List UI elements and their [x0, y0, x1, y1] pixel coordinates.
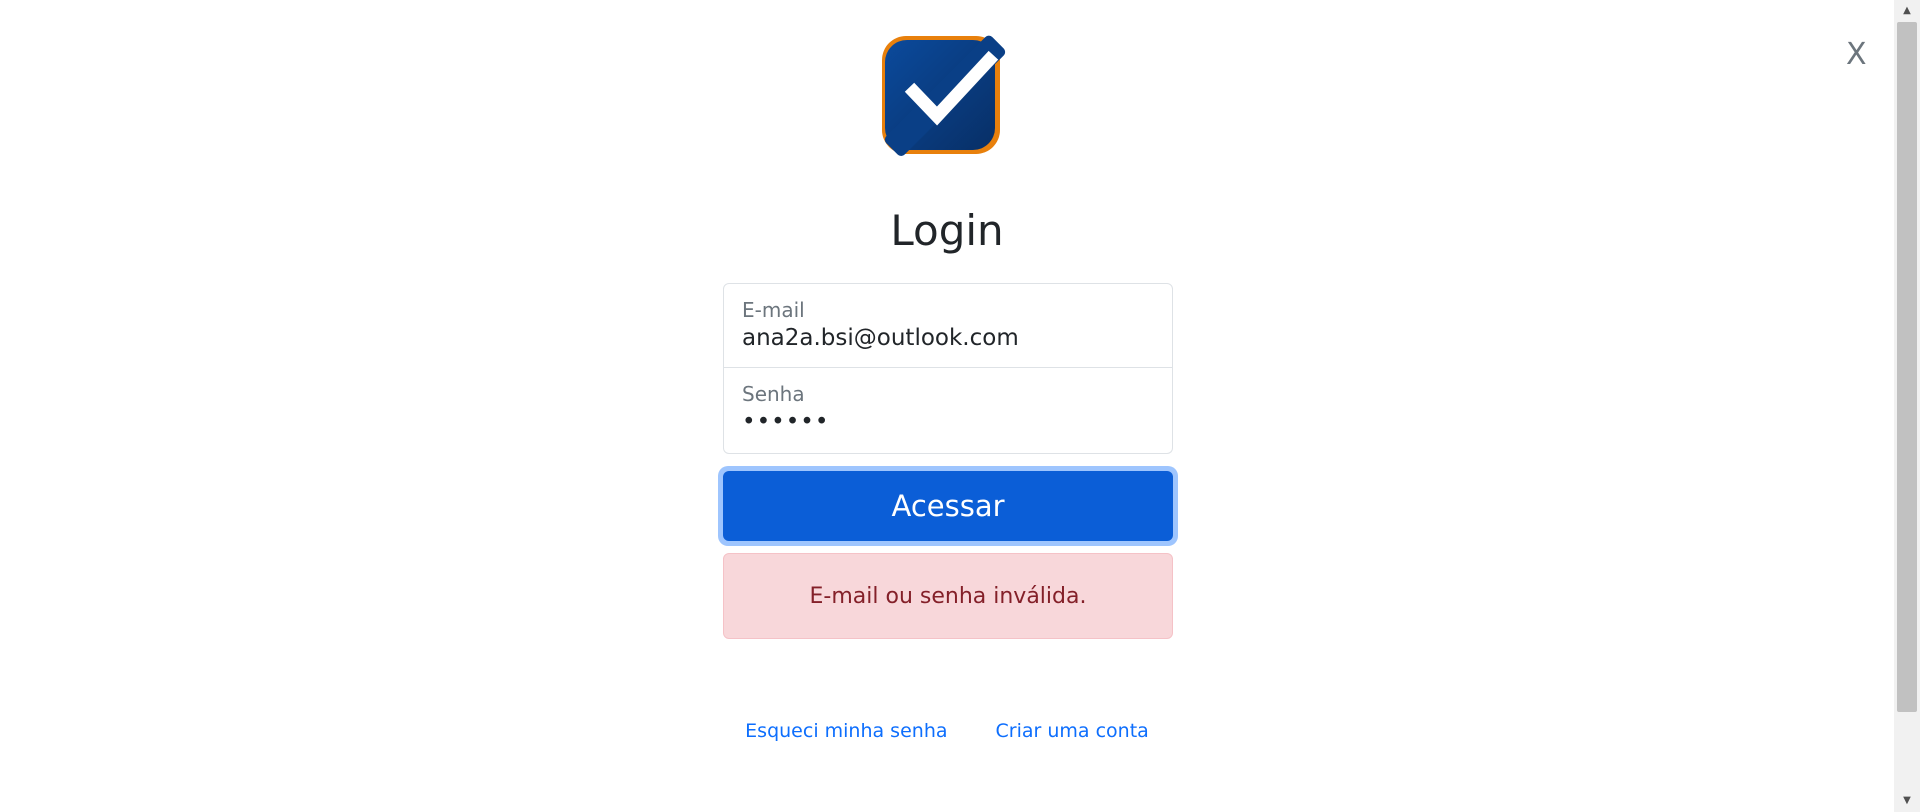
password-input[interactable]: ••••••	[742, 408, 1154, 438]
error-alert: E-mail ou senha inválida.	[723, 553, 1173, 639]
checkmark-logo-icon	[882, 35, 1006, 156]
password-field[interactable]: Senha ••••••	[723, 368, 1173, 454]
page-title: Login	[890, 206, 1004, 255]
submit-button-focus-ring: Acessar	[718, 466, 1178, 546]
scrollbar-thumb[interactable]	[1897, 22, 1917, 712]
login-form: E-mail ana2a.bsi@outlook.com Senha •••••…	[723, 283, 1173, 454]
email-input[interactable]: ana2a.bsi@outlook.com	[742, 324, 1154, 354]
create-account-link[interactable]: Criar uma conta	[996, 720, 1149, 742]
login-page: X Login E-mail ana2a.bsi@outlook.com Sen…	[0, 0, 1920, 812]
password-label: Senha	[742, 382, 805, 406]
email-field[interactable]: E-mail ana2a.bsi@outlook.com	[723, 283, 1173, 368]
forgot-password-link[interactable]: Esqueci minha senha	[745, 720, 947, 742]
vertical-scrollbar[interactable]: ▲ ▼	[1894, 0, 1920, 812]
submit-button[interactable]: Acessar	[723, 471, 1173, 541]
error-message: E-mail ou senha inválida.	[809, 583, 1087, 609]
close-button[interactable]: X	[1846, 40, 1867, 70]
email-label: E-mail	[742, 298, 805, 322]
auth-links: Esqueci minha senha Criar uma conta	[0, 720, 1894, 742]
scroll-up-icon[interactable]: ▲	[1894, 2, 1920, 20]
scroll-down-icon[interactable]: ▼	[1894, 792, 1920, 810]
